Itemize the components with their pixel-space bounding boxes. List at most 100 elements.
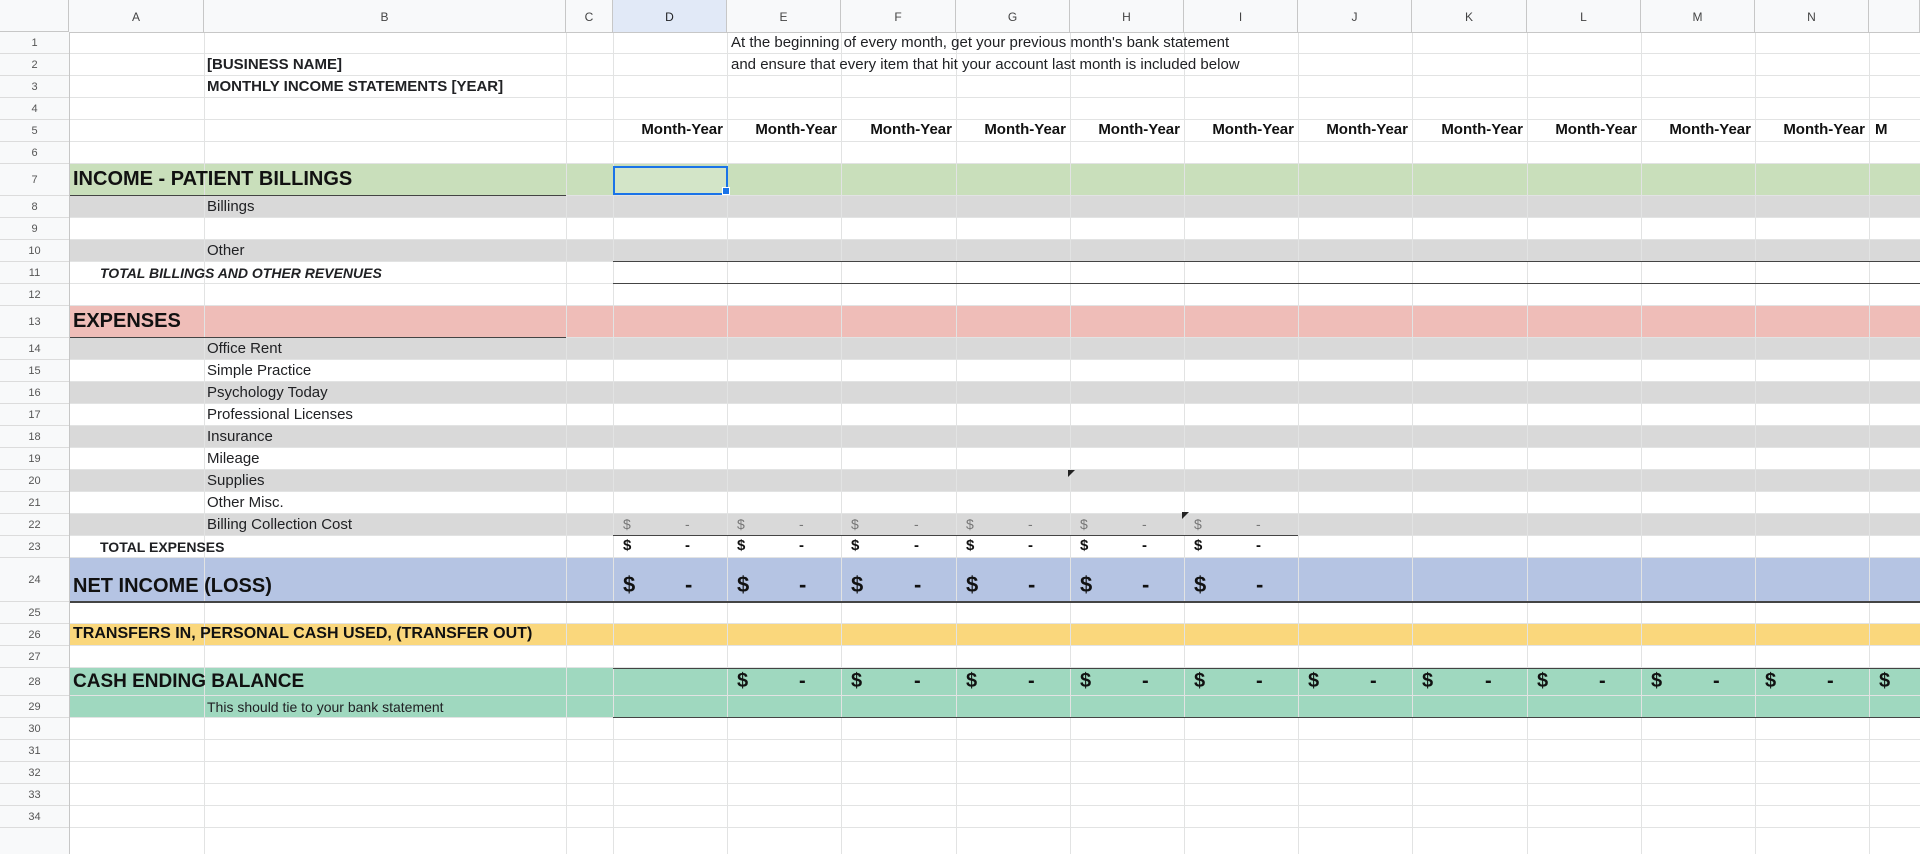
- row-header-34[interactable]: 34: [0, 806, 69, 828]
- currency-symbol: $: [737, 572, 750, 597]
- column-header-a[interactable]: A: [69, 0, 204, 32]
- grid-hline: [0, 695, 1920, 696]
- grid-hline: [0, 163, 1920, 164]
- row-header-5[interactable]: 5: [0, 120, 69, 142]
- stripe-row-16: [69, 382, 1920, 404]
- business-name: [BUSINESS NAME]: [207, 56, 343, 73]
- row-header-11[interactable]: 11: [0, 262, 69, 284]
- cash-ending-top-border: [613, 668, 1920, 669]
- row-header-4[interactable]: 4: [0, 98, 69, 120]
- month-header: Month-Year: [641, 121, 723, 138]
- stripe-row-8: [69, 196, 1920, 218]
- row-header-22[interactable]: 22: [0, 514, 69, 536]
- grid-hline: [0, 97, 1920, 98]
- expenses-title-underline: [69, 337, 566, 338]
- expense-item: Office Rent: [207, 340, 282, 357]
- expense-item: Billing Collection Cost: [207, 516, 353, 533]
- column-header-j[interactable]: J: [1298, 0, 1412, 32]
- dash-value: -: [685, 572, 693, 597]
- row-header-27[interactable]: 27: [0, 646, 69, 668]
- column-header-c[interactable]: C: [566, 0, 613, 32]
- selected-cell-d7[interactable]: [613, 166, 728, 195]
- row-header-8[interactable]: 8: [0, 196, 69, 218]
- grid-hline: [0, 623, 1920, 624]
- row-header-3[interactable]: 3: [0, 76, 69, 98]
- row-header-9[interactable]: 9: [0, 218, 69, 240]
- row-header-20[interactable]: 20: [0, 470, 69, 492]
- row-header-14[interactable]: 14: [0, 338, 69, 360]
- row-header-18[interactable]: 18: [0, 426, 69, 448]
- month-header: Month-Year: [1212, 121, 1294, 138]
- grid-hline: [0, 217, 1920, 218]
- row-header-29[interactable]: 29: [0, 696, 69, 718]
- row-header-30[interactable]: 30: [0, 718, 69, 740]
- currency-symbol: $: [851, 572, 864, 597]
- currency-symbol: $: [737, 670, 749, 692]
- row-header-26[interactable]: 26: [0, 624, 69, 646]
- row-header-1[interactable]: 1: [0, 32, 69, 54]
- grid-vline: [1755, 32, 1756, 854]
- currency-symbol: $: [851, 670, 863, 692]
- row-header-31[interactable]: 31: [0, 740, 69, 762]
- dash-value: -: [799, 537, 804, 554]
- column-header-l[interactable]: L: [1527, 0, 1641, 32]
- column-header-d[interactable]: D: [613, 0, 727, 32]
- currency-symbol: $: [623, 572, 636, 597]
- dash-value: -: [1028, 516, 1033, 532]
- net-income-bottom-border: [69, 601, 1920, 603]
- row-header-32[interactable]: 32: [0, 762, 69, 784]
- row-header-33[interactable]: 33: [0, 784, 69, 806]
- spreadsheet-grid[interactable]: [BUSINESS NAME] MONTHLY INCOME STATEMENTS…: [0, 0, 1920, 854]
- column-header-i[interactable]: I: [1184, 0, 1298, 32]
- row-header-28[interactable]: 28: [0, 668, 69, 696]
- grid-vline: [727, 32, 728, 854]
- row-header-6[interactable]: 6: [0, 142, 69, 164]
- expense-item: Insurance: [207, 428, 273, 445]
- column-header-m[interactable]: M: [1641, 0, 1755, 32]
- row-header-23[interactable]: 23: [0, 536, 69, 558]
- row-header-7[interactable]: 7: [0, 164, 69, 196]
- currency-symbol: $: [966, 516, 974, 532]
- row-header-25[interactable]: 25: [0, 602, 69, 624]
- column-header-n[interactable]: N: [1755, 0, 1869, 32]
- currency-symbol: $: [1080, 537, 1089, 554]
- income-section-title: INCOME - PATIENT BILLINGS: [73, 168, 353, 190]
- currency-symbol: $: [1651, 670, 1663, 692]
- currency-symbol: $: [737, 537, 746, 554]
- column-header-e[interactable]: E: [727, 0, 841, 32]
- row-header-10[interactable]: 10: [0, 240, 69, 262]
- row-header-17[interactable]: 17: [0, 404, 69, 426]
- grid-vline: [1527, 32, 1528, 854]
- row-header-12[interactable]: 12: [0, 284, 69, 306]
- instruction-note-line-1: At the beginning of every month, get you…: [731, 34, 1230, 51]
- row-header-19[interactable]: 19: [0, 448, 69, 470]
- currency-symbol: $: [623, 537, 632, 554]
- dash-value: -: [1827, 670, 1834, 692]
- dash-value: -: [685, 516, 690, 532]
- net-income-title: NET INCOME (LOSS): [73, 575, 272, 597]
- currency-symbol: $: [737, 516, 745, 532]
- column-header-g[interactable]: G: [956, 0, 1070, 32]
- cash-ending-note: This should tie to your bank statement: [207, 699, 444, 715]
- row-header-21[interactable]: 21: [0, 492, 69, 514]
- dash-value: -: [1256, 537, 1261, 554]
- fill-handle[interactable]: [722, 187, 730, 195]
- month-header: Month-Year: [870, 121, 952, 138]
- dash-value: -: [1028, 670, 1035, 692]
- total-expenses-label: TOTAL EXPENSES: [100, 539, 225, 555]
- column-header-k[interactable]: K: [1412, 0, 1527, 32]
- grid-vline: [1070, 32, 1071, 854]
- row-header-16[interactable]: 16: [0, 382, 69, 404]
- row-header-24[interactable]: 24: [0, 558, 69, 602]
- column-header-h[interactable]: H: [1070, 0, 1184, 32]
- expenses-band: [69, 306, 1920, 338]
- column-header-f[interactable]: F: [841, 0, 956, 32]
- income-item-billings: Billings: [207, 198, 255, 215]
- row-header-13[interactable]: 13: [0, 306, 69, 338]
- row-header-2[interactable]: 2: [0, 54, 69, 76]
- grid-hline: [0, 739, 1920, 740]
- month-header: Month-Year: [1669, 121, 1751, 138]
- column-header-b[interactable]: B: [204, 0, 566, 32]
- row-header-15[interactable]: 15: [0, 360, 69, 382]
- select-all-corner[interactable]: [0, 0, 69, 32]
